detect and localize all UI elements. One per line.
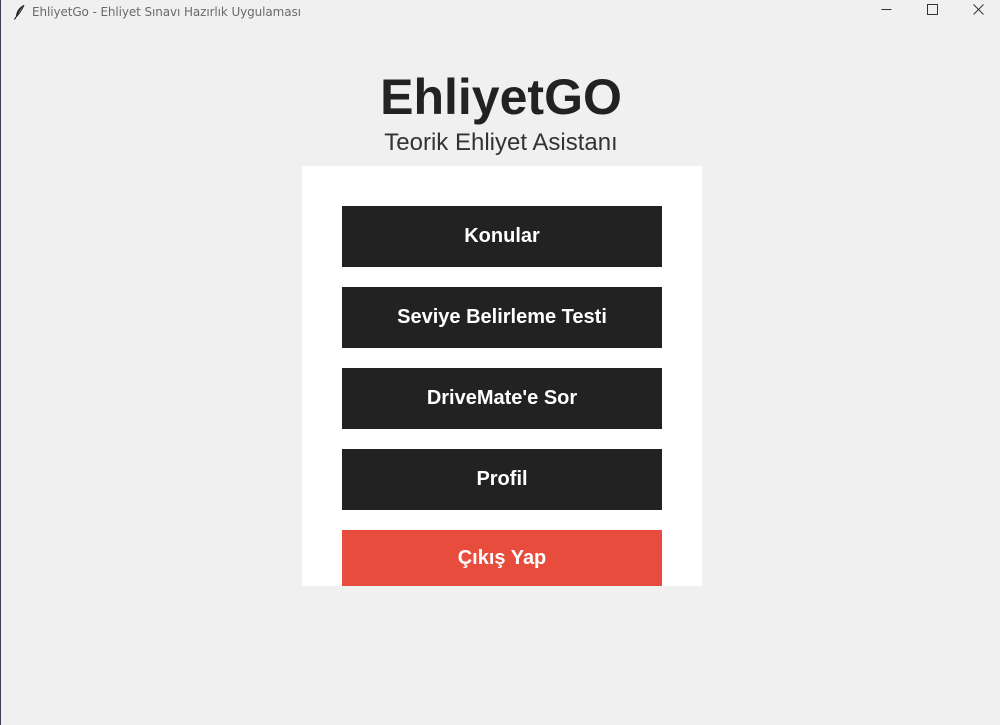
minimize-icon bbox=[881, 2, 892, 20]
app-title: EhliyetGO bbox=[380, 69, 622, 125]
menu-panel: Konular Seviye Belirleme Testi DriveMate… bbox=[302, 166, 702, 586]
topics-button[interactable]: Konular bbox=[342, 206, 662, 267]
ask-drivemate-button[interactable]: DriveMate'e Sor bbox=[342, 368, 662, 429]
window-controls bbox=[863, 0, 1000, 24]
window-title: EhliyetGo - Ehliyet Sınavı Hazırlık Uygu… bbox=[32, 5, 301, 19]
profile-button[interactable]: Profil bbox=[342, 449, 662, 510]
minimize-button[interactable] bbox=[863, 0, 909, 22]
feather-icon bbox=[11, 3, 29, 21]
logout-button[interactable]: Çıkış Yap bbox=[342, 530, 662, 586]
title-bar[interactable]: EhliyetGo - Ehliyet Sınavı Hazırlık Uygu… bbox=[1, 0, 1000, 24]
close-button[interactable] bbox=[955, 0, 1000, 22]
app-window: EhliyetGo - Ehliyet Sınavı Hazırlık Uygu… bbox=[0, 0, 1000, 725]
level-test-button[interactable]: Seviye Belirleme Testi bbox=[342, 287, 662, 348]
app-subtitle: Teorik Ehliyet Asistanı bbox=[384, 129, 618, 156]
close-icon bbox=[972, 2, 984, 20]
maximize-icon bbox=[926, 2, 938, 20]
maximize-button[interactable] bbox=[909, 0, 955, 22]
